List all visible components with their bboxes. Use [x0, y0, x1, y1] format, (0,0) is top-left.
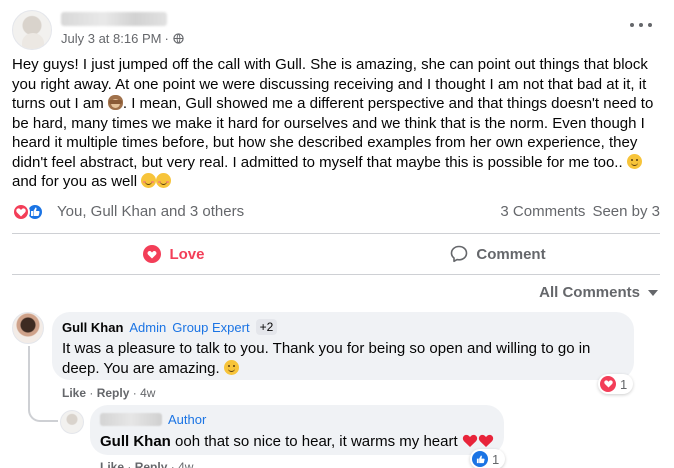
comments-count[interactable]: 3 Comments	[500, 203, 585, 220]
post-meta: July 3 at 8:16 PM ·	[61, 31, 184, 46]
author-name-redacted[interactable]	[61, 12, 167, 26]
reactions-summary-text[interactable]: You, Gull Khan and 3 others	[57, 203, 244, 220]
reply-text: Gull Khan ooh that so nice to hear, it w…	[100, 432, 665, 452]
mention-link[interactable]: Gull Khan	[100, 433, 171, 450]
red-heart-icon	[478, 434, 493, 447]
reaction-icons[interactable]	[12, 203, 52, 221]
divider	[12, 274, 660, 275]
reactions-summary: You, Gull Khan and 3 others 3 Comments S…	[12, 201, 660, 223]
love-reaction-icon	[600, 376, 616, 392]
smiling-face-icon	[223, 359, 239, 375]
post-body: Hey guys! I just jumped off the call wit…	[12, 55, 664, 192]
commenter-name[interactable]: Gull Khan	[62, 320, 123, 335]
comment-button-label: Comment	[476, 245, 546, 263]
commenter-avatar[interactable]	[12, 312, 44, 344]
post-timestamp[interactable]: July 3 at 8:16 PM	[61, 31, 161, 46]
group-expert-badge[interactable]: Group Expert	[172, 320, 249, 335]
comment-header: Gull Khan Admin Group Expert +2	[62, 319, 278, 335]
love-button[interactable]: Love	[12, 234, 336, 274]
comment-reply-button[interactable]: Reply	[97, 386, 130, 400]
caret-down-icon	[648, 289, 658, 296]
reply-reply-button[interactable]: Reply	[135, 460, 168, 468]
reply-like-button[interactable]: Like	[100, 460, 124, 468]
comment-text: It was a pleasure to talk to you. Thank …	[62, 339, 627, 378]
comment-bubble: Gull Khan Admin Group Expert +2 It was a…	[52, 312, 634, 380]
post-counts: 3 Comments Seen by 3	[500, 203, 660, 220]
more-horizontal-icon[interactable]	[630, 18, 652, 32]
see-no-evil-monkey-icon	[107, 95, 123, 110]
comments-sort-dropdown[interactable]: All Comments	[539, 284, 658, 301]
reply-header: Author	[100, 412, 206, 427]
love-reaction-icon	[12, 203, 30, 221]
seen-by-count[interactable]: Seen by 3	[592, 203, 660, 220]
comment-reaction-count: 1	[620, 376, 628, 392]
reply-author-name-redacted[interactable]	[100, 413, 162, 426]
like-reaction-icon	[472, 451, 488, 467]
heart-icon	[143, 245, 162, 263]
comment-button[interactable]: Comment	[336, 234, 660, 274]
love-button-label: Love	[169, 245, 205, 263]
post-text-part-3: and for you as well	[12, 173, 142, 190]
comment-like-button[interactable]: Like	[62, 386, 86, 400]
post-header: July 3 at 8:16 PM ·	[12, 10, 662, 54]
meta-separator: ·	[164, 31, 169, 46]
comment-icon	[451, 245, 468, 263]
comment-text-content: It was a pleasure to talk to you. Thank …	[62, 340, 591, 377]
comment-reaction-badge[interactable]: 1	[598, 374, 634, 394]
author-avatar[interactable]	[12, 10, 52, 50]
red-heart-icon	[462, 434, 477, 447]
reply-reaction-badge[interactable]: 1	[470, 449, 506, 468]
comment-actions: Like · Reply · 4w	[62, 386, 156, 400]
reply-bubble: Author Gull Khan ooh that so nice to hea…	[90, 405, 504, 455]
comment-age[interactable]: 4w	[140, 386, 155, 400]
author-badge[interactable]: Author	[168, 412, 206, 427]
reply-actions: Like · Reply · 4w	[100, 460, 193, 468]
blushing-face-icon	[141, 173, 157, 188]
reply-age[interactable]: 4w	[178, 460, 193, 468]
admin-badge[interactable]: Admin	[129, 320, 166, 335]
reply-text-content: ooh that so nice to hear, it warms my he…	[170, 433, 462, 450]
comments-sort-label: All Comments	[539, 284, 640, 301]
reply-reaction-count: 1	[492, 451, 500, 467]
blushing-face-icon	[156, 173, 172, 188]
globe-icon	[173, 33, 184, 44]
more-badges[interactable]: +2	[255, 319, 278, 335]
smiling-face-icon	[626, 153, 642, 169]
reply-author-avatar[interactable]	[60, 410, 84, 434]
post-actions: Love Comment	[12, 234, 660, 274]
